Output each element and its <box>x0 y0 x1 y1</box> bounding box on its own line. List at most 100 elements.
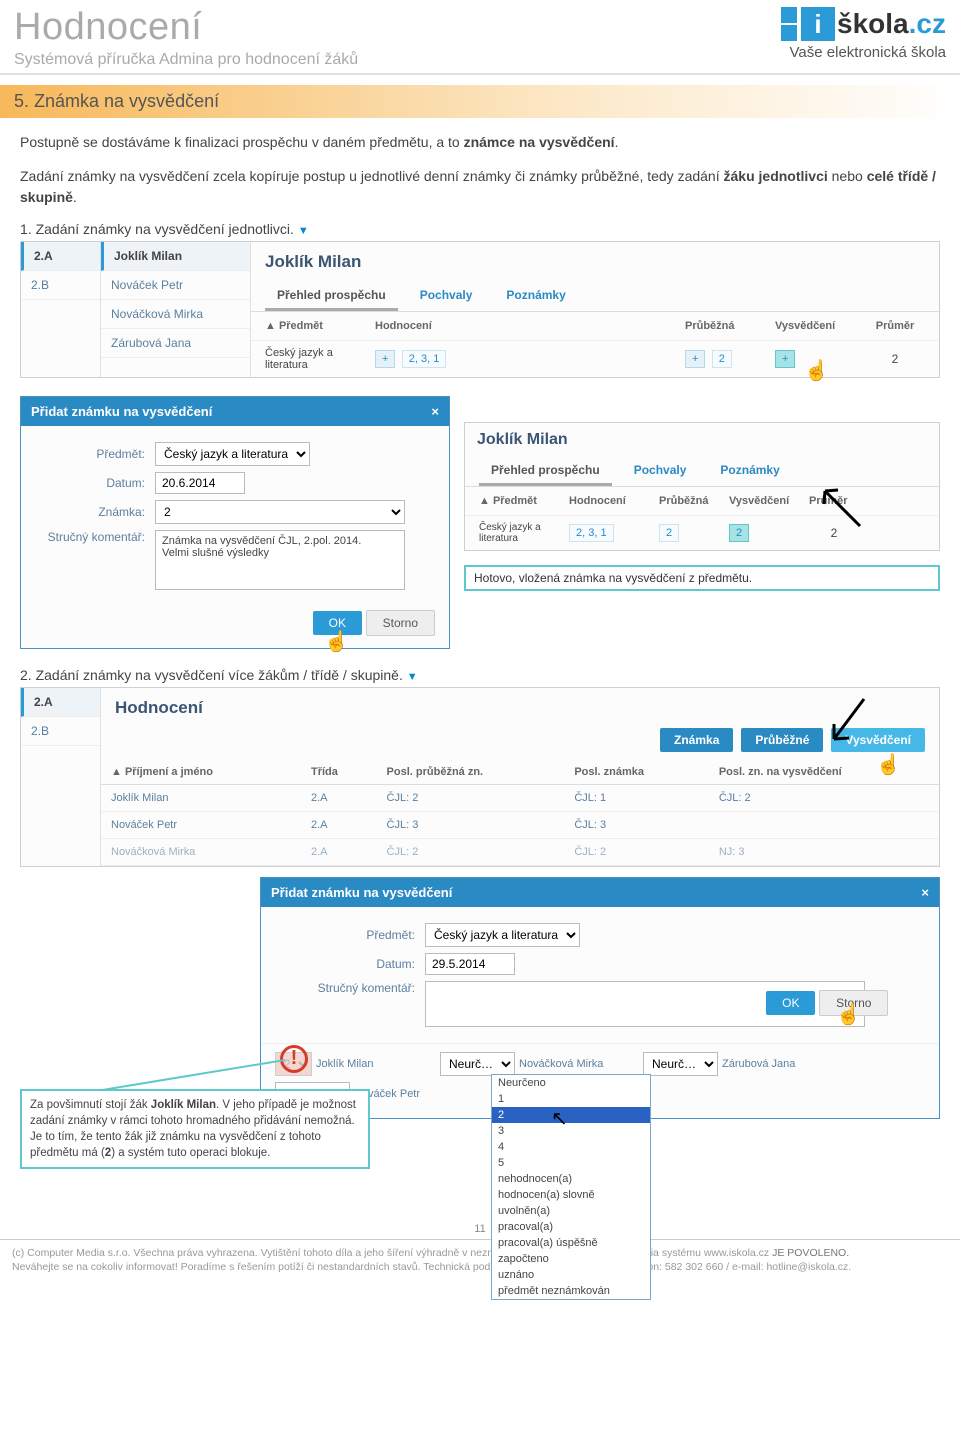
add-prubezna-button[interactable]: + <box>685 350 705 368</box>
znamka-select[interactable]: 2 <box>155 500 405 524</box>
close-icon[interactable]: × <box>431 404 439 419</box>
tab-znamka[interactable]: Známka <box>660 728 733 752</box>
class-item-active[interactable]: 2.A <box>21 242 100 271</box>
grade-dropdown-open[interactable]: Neurčeno 1 2 3 4 5 nehodnocen(a) hodnoce… <box>491 1074 651 1300</box>
page-number: 11 <box>0 1223 960 1235</box>
predmet-label: Předmět: <box>275 928 425 942</box>
dropdown-option[interactable]: uvolněn(a) <box>492 1203 650 1219</box>
class-item[interactable]: 2.B <box>21 717 100 746</box>
subject-name: Český jazyk a literatura <box>265 347 375 371</box>
col-hodnoceni: Hodnocení <box>375 320 525 332</box>
col-predmet[interactable]: ▲ Předmět <box>479 495 569 507</box>
dropdown-option[interactable]: 5 <box>492 1155 650 1171</box>
col-predmet[interactable]: ▲ Předmět <box>265 320 375 332</box>
tab-prubezne[interactable]: Průběžné <box>741 728 823 752</box>
dropdown-option[interactable]: 3 <box>492 1123 650 1139</box>
storno-button[interactable]: Storno <box>366 610 435 636</box>
dropdown-option[interactable]: Neurčeno <box>492 1075 650 1091</box>
tab-poznamky[interactable]: Poznámky <box>708 457 791 486</box>
student-item[interactable]: Nováček Petr <box>101 271 250 300</box>
col-trida: Třída <box>301 760 377 785</box>
prubezna-cell[interactable]: 2 <box>712 350 732 368</box>
panel-title: Hodnocení <box>101 688 939 728</box>
avg-cell: 2 <box>809 526 859 540</box>
col-name[interactable]: ▲ Příjmení a jméno <box>101 760 301 785</box>
table-row: Nováček Petr2.AČJL: 3ČJL: 3 <box>101 811 939 838</box>
ok-button[interactable]: OK <box>313 611 362 635</box>
dropdown-option[interactable]: uznáno <box>492 1267 650 1283</box>
page-footer: (c) Computer Media s.r.o. Všechna práva … <box>0 1239 960 1284</box>
dialog-title: Přidat známku na vysvědčení <box>271 885 452 900</box>
predmet-select[interactable]: Český jazyk a literatura <box>425 923 580 947</box>
grade-select[interactable]: Neurč… <box>440 1052 515 1076</box>
tab-pochvaly[interactable]: Pochvaly <box>408 282 485 311</box>
callout-box: Za povšimnutí stojí žák Joklík Milan. V … <box>20 1089 370 1169</box>
tab-vysvedceni[interactable]: Vysvědčení <box>831 728 925 752</box>
datum-label: Datum: <box>275 957 425 971</box>
page-header: Hodnocení Systémová příručka Admina pro … <box>0 0 960 75</box>
screenshot-1b: Joklík Milan Přehled prospěchu Pochvaly … <box>464 422 940 551</box>
grade-select[interactable]: Neurč… <box>643 1052 718 1076</box>
ok-button[interactable]: OK <box>766 991 815 1015</box>
datum-label: Datum: <box>35 476 155 490</box>
datum-input[interactable] <box>155 472 245 494</box>
student-grade-cell: Neurč…Nováčková Mirka <box>440 1052 629 1076</box>
student-name-heading: Joklík Milan <box>465 423 939 457</box>
komentar-label: Stručný komentář: <box>35 530 155 544</box>
tab-prehled[interactable]: Přehled prospěchu <box>265 282 398 311</box>
dropdown-option[interactable]: 1 <box>492 1091 650 1107</box>
annotation-hotovo: Hotovo, vložená známka na vysvědčení z p… <box>464 565 940 591</box>
marks-cell[interactable]: 2, 3, 1 <box>569 524 614 542</box>
page-title: Hodnocení <box>14 6 358 49</box>
prubezna-cell[interactable]: 2 <box>659 524 679 542</box>
dropdown-option[interactable]: započteno <box>492 1251 650 1267</box>
col-prumer: Průměr <box>809 495 859 507</box>
marks-cell[interactable]: 2, 3, 1 <box>402 350 447 368</box>
tab-pochvaly[interactable]: Pochvaly <box>622 457 699 486</box>
datum-input[interactable] <box>425 953 515 975</box>
col-prumer: Průměr <box>865 320 925 332</box>
student-item[interactable]: Nováčková Mirka <box>101 300 250 329</box>
add-mark-button[interactable]: + <box>375 350 395 368</box>
student-name-heading: Joklík Milan <box>251 242 939 282</box>
step-1-label: 1. Zadání známky na vysvědčení jednotliv… <box>20 221 940 237</box>
close-icon[interactable]: × <box>921 885 929 900</box>
dropdown-option[interactable]: předmět neznámkován <box>492 1283 650 1299</box>
page-subtitle: Systémová příručka Admina pro hodnocení … <box>14 51 358 69</box>
col-posl-prubezna: Posl. průběžná zn. <box>377 760 565 785</box>
student-grades-table: ▲ Příjmení a jméno Třída Posl. průběžná … <box>101 760 939 866</box>
col-vysvedceni: Vysvědčení <box>729 495 809 507</box>
tab-poznamky[interactable]: Poznámky <box>494 282 577 311</box>
logo-i-icon: i <box>801 7 835 41</box>
student-grade-cell: Neurč…Zárubová Jana <box>643 1052 832 1076</box>
screenshot-2: 2.A 2.B Hodnocení Známka Průběžné Vysvěd… <box>20 687 940 867</box>
avg-cell: 2 <box>865 352 925 366</box>
col-prubezna: Průběžná <box>685 320 775 332</box>
col-hodnoceni: Hodnocení <box>569 495 659 507</box>
add-grade-dialog: Přidat známku na vysvědčení × Předmět:Če… <box>20 396 450 649</box>
dropdown-option[interactable]: 2 <box>492 1107 650 1123</box>
tab-prehled[interactable]: Přehled prospěchu <box>479 457 612 486</box>
col-vysvedceni: Vysvědčení <box>775 320 865 332</box>
class-item[interactable]: 2.B <box>21 271 100 300</box>
storno-button[interactable]: Storno <box>819 990 888 1016</box>
dropdown-option[interactable]: 4 <box>492 1139 650 1155</box>
dropdown-option[interactable]: pracoval(a) úspěšně <box>492 1235 650 1251</box>
dropdown-option[interactable]: nehodnocen(a) <box>492 1171 650 1187</box>
add-vysvedceni-button[interactable]: + <box>775 350 795 368</box>
dropdown-option[interactable]: hodnocen(a) slovně <box>492 1187 650 1203</box>
student-item-active[interactable]: Joklík Milan <box>101 242 250 271</box>
logo: i škola.cz <box>781 6 946 42</box>
predmet-select[interactable]: Český jazyk a literatura <box>155 442 310 466</box>
dropdown-option[interactable]: pracoval(a) <box>492 1219 650 1235</box>
subject-name: Český jazyk a literatura <box>479 522 569 544</box>
class-item-active[interactable]: 2.A <box>21 688 100 717</box>
section-heading: 5. Známka na vysvědčení <box>0 85 960 118</box>
logo-word1: škola <box>837 8 909 39</box>
dialog-title: Přidat známku na vysvědčení <box>31 404 212 419</box>
table-row: Joklík Milan2.AČJL: 2ČJL: 1ČJL: 2 <box>101 784 939 811</box>
student-item[interactable]: Zárubová Jana <box>101 329 250 358</box>
vysvedceni-cell[interactable]: 2 <box>729 524 749 542</box>
komentar-textarea[interactable]: Známka na vysvědčení ČJL, 2.pol. 2014. V… <box>155 530 405 590</box>
col-posl-vysvedceni: Posl. zn. na vysvědčení <box>709 760 939 785</box>
